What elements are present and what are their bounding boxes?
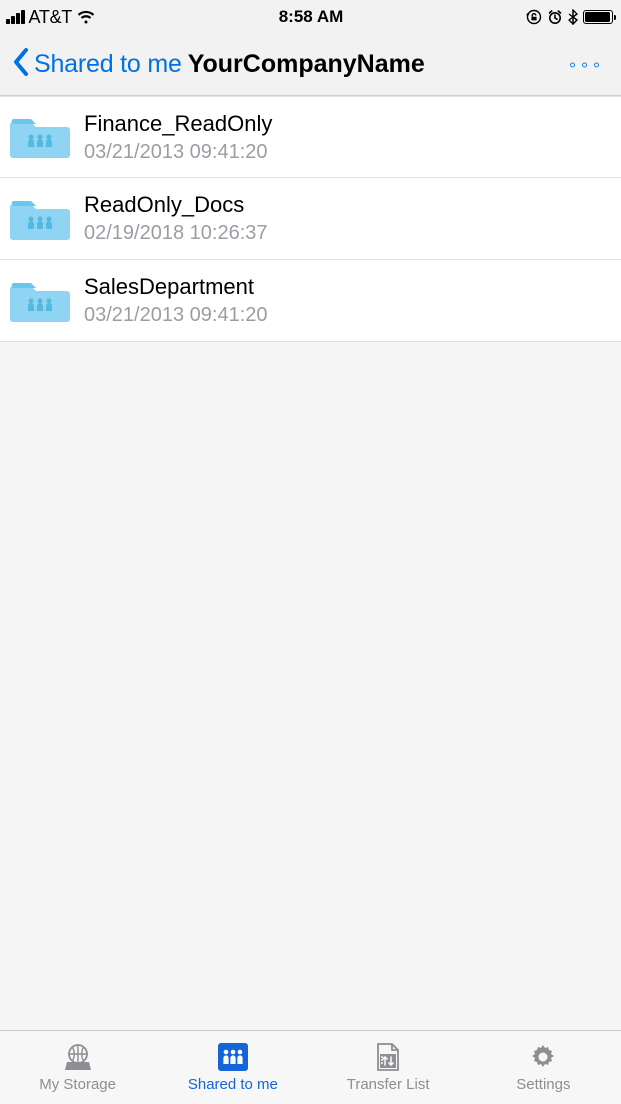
chevron-left-icon	[12, 47, 30, 82]
wifi-icon	[76, 10, 96, 25]
alarm-icon	[547, 9, 563, 25]
carrier-label: AT&T	[29, 7, 72, 28]
signal-strength-icon	[6, 10, 25, 24]
folder-row-text: Finance_ReadOnly 03/21/2013 09:41:20	[84, 111, 272, 164]
screen: AT&T 8:58 AM Shared to me	[0, 0, 621, 1104]
dot-icon	[570, 62, 575, 67]
back-label: Shared to me	[34, 50, 182, 79]
folder-list: Finance_ReadOnly 03/21/2013 09:41:20 Rea	[0, 96, 621, 342]
status-left: AT&T	[6, 7, 96, 28]
tab-label: Transfer List	[347, 1076, 430, 1093]
tab-bar: My Storage Shared to me	[0, 1030, 621, 1104]
folder-row-text: SalesDepartment 03/21/2013 09:41:20	[84, 274, 268, 327]
shared-folder-icon	[10, 277, 70, 325]
folder-row-text: ReadOnly_Docs 02/19/2018 10:26:37	[84, 192, 268, 245]
folder-date: 03/21/2013 09:41:20	[84, 141, 272, 164]
folder-row[interactable]: SalesDepartment 03/21/2013 09:41:20	[0, 260, 621, 342]
tab-label: My Storage	[39, 1076, 116, 1093]
tab-label: Shared to me	[188, 1076, 278, 1093]
folder-row[interactable]: Finance_ReadOnly 03/21/2013 09:41:20	[0, 96, 621, 178]
bluetooth-icon	[568, 9, 578, 25]
orientation-lock-icon	[526, 9, 542, 25]
page-title: YourCompanyName	[188, 50, 425, 79]
folder-row[interactable]: ReadOnly_Docs 02/19/2018 10:26:37	[0, 178, 621, 260]
battery-icon	[583, 10, 613, 24]
tab-label: Settings	[516, 1076, 570, 1093]
status-right	[526, 9, 613, 25]
back-button[interactable]: Shared to me	[12, 47, 182, 82]
nav-bar: Shared to me YourCompanyName	[0, 34, 621, 96]
folder-name: SalesDepartment	[84, 274, 268, 300]
folder-name: Finance_ReadOnly	[84, 111, 272, 137]
globe-storage-icon	[61, 1042, 95, 1072]
tab-shared-to-me[interactable]: Shared to me	[155, 1031, 310, 1104]
tab-settings[interactable]: Settings	[466, 1031, 621, 1104]
status-bar: AT&T 8:58 AM	[0, 0, 621, 34]
folder-name: ReadOnly_Docs	[84, 192, 268, 218]
dot-icon	[594, 62, 599, 67]
transfer-list-icon	[371, 1042, 405, 1072]
more-button[interactable]	[570, 62, 599, 67]
folder-date: 02/19/2018 10:26:37	[84, 222, 268, 245]
dot-icon	[582, 62, 587, 67]
tab-my-storage[interactable]: My Storage	[0, 1031, 155, 1104]
shared-folder-icon	[10, 195, 70, 243]
shared-people-icon	[216, 1042, 250, 1072]
content-spacer	[0, 342, 621, 1030]
folder-date: 03/21/2013 09:41:20	[84, 304, 268, 327]
shared-folder-icon	[10, 113, 70, 161]
status-time: 8:58 AM	[279, 7, 344, 27]
tab-transfer-list[interactable]: Transfer List	[311, 1031, 466, 1104]
gear-icon	[526, 1042, 560, 1072]
